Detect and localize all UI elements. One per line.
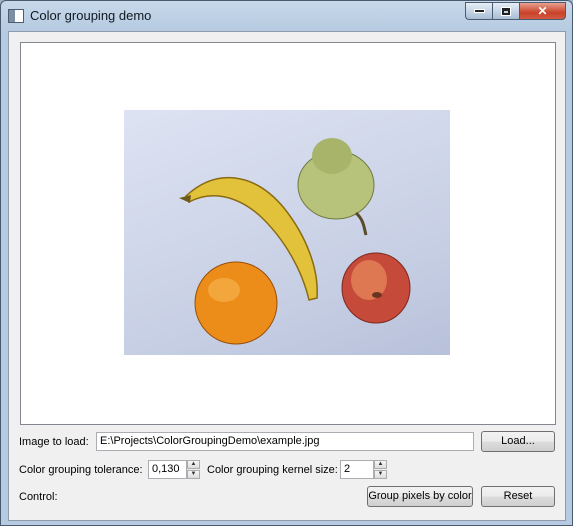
kernel-size-value[interactable]: 2 xyxy=(340,460,374,479)
tolerance-spin-arrows[interactable]: ▲ ▼ xyxy=(187,460,200,479)
loaded-image xyxy=(124,110,450,355)
load-button[interactable]: Load... xyxy=(481,431,555,452)
image-canvas xyxy=(20,42,556,425)
kernel-size-label: Color grouping kernel size: xyxy=(207,464,338,476)
image-path-field[interactable]: E:\Projects\ColorGroupingDemo\example.jp… xyxy=(96,432,474,451)
tolerance-value[interactable]: 0,130 xyxy=(148,460,187,479)
spin-up-icon[interactable]: ▲ xyxy=(374,460,387,469)
title-bar[interactable]: Color grouping demo ✕ xyxy=(1,1,572,31)
spin-down-icon[interactable]: ▼ xyxy=(187,470,200,479)
maximize-button[interactable] xyxy=(492,2,519,20)
app-icon xyxy=(8,9,24,23)
client-area: Image to load: E:\Projects\ColorGrouping… xyxy=(8,31,566,521)
tolerance-spinbox[interactable]: 0,130 ▲ ▼ xyxy=(148,460,200,479)
app-window: Color grouping demo ✕ Image to load: E:\… xyxy=(0,0,573,526)
minimize-icon xyxy=(474,10,484,12)
maximize-icon xyxy=(502,7,510,15)
window-title: Color grouping demo xyxy=(30,8,152,23)
tolerance-label: Color grouping tolerance: xyxy=(19,464,143,476)
kernel-size-spinbox[interactable]: 2 ▲ ▼ xyxy=(340,460,387,479)
minimize-button[interactable] xyxy=(465,2,492,20)
close-button[interactable]: ✕ xyxy=(519,2,566,20)
image-to-load-label: Image to load: xyxy=(19,436,89,448)
fruit-photo xyxy=(179,138,411,345)
reset-button[interactable]: Reset xyxy=(481,486,555,507)
spin-up-icon[interactable]: ▲ xyxy=(187,460,200,469)
kernel-spin-arrows[interactable]: ▲ ▼ xyxy=(374,460,387,479)
spin-down-icon[interactable]: ▼ xyxy=(374,470,387,479)
group-pixels-button[interactable]: Group pixels by color xyxy=(367,486,473,507)
close-icon: ✕ xyxy=(537,4,548,18)
control-label: Control: xyxy=(19,491,58,503)
window-controls: ✕ xyxy=(465,2,566,20)
